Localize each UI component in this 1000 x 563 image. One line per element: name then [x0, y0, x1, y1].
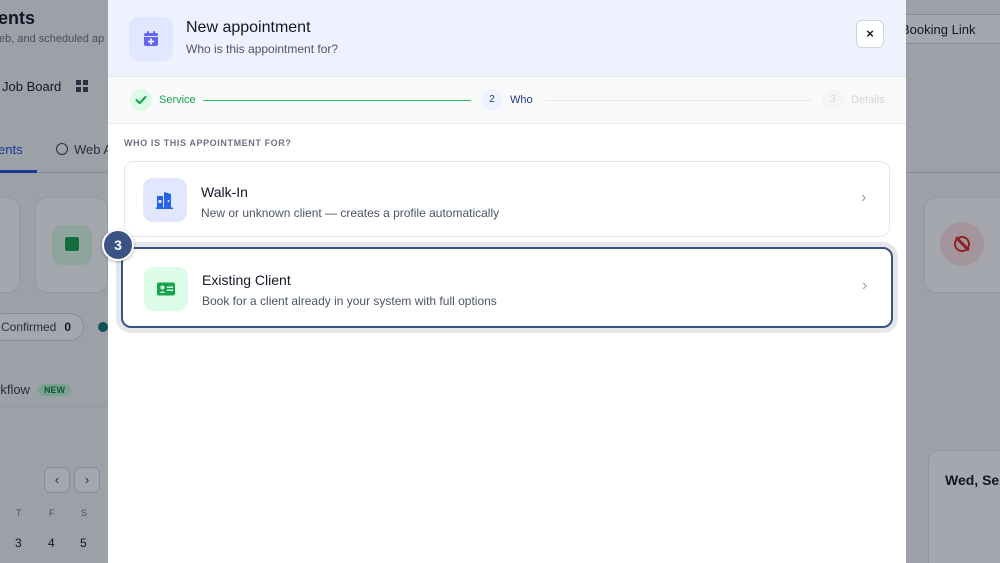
- modal-header: New appointment Who is this appointment …: [108, 0, 906, 77]
- section-label: WHO IS THIS APPOINTMENT FOR?: [124, 138, 292, 148]
- step-details-number: 3: [822, 89, 844, 111]
- highlight-step-badge: 3: [102, 229, 134, 261]
- walk-in-title: Walk-In: [201, 184, 248, 200]
- step-connector-todo: [545, 100, 812, 101]
- id-card-icon: [144, 267, 188, 311]
- step-details-label: Details: [851, 94, 885, 106]
- existing-client-option[interactable]: Existing Client Book for a client alread…: [121, 247, 893, 328]
- walk-in-description: New or unknown client — creates a profil…: [201, 206, 500, 220]
- step-who-number: 2: [481, 89, 503, 111]
- walk-in-option[interactable]: Walk-In New or unknown client — creates …: [124, 161, 890, 237]
- existing-client-description: Book for a client already in your system…: [202, 294, 497, 308]
- step-connector-done: [203, 100, 471, 101]
- existing-client-title: Existing Client: [202, 272, 291, 288]
- modal-title: New appointment: [186, 19, 311, 36]
- chevron-right-icon: ›: [861, 189, 867, 206]
- close-button[interactable]: ×: [856, 20, 884, 48]
- step-service-check-icon: [130, 89, 152, 111]
- step-who-label: Who: [510, 94, 533, 106]
- chevron-right-icon: ›: [862, 277, 868, 294]
- step-service-label: Service: [159, 94, 196, 106]
- close-icon: ×: [866, 26, 874, 41]
- step-progress: Service 2 Who 3 Details: [108, 77, 906, 124]
- door-icon: [143, 178, 187, 222]
- modal-subtitle: Who is this appointment for?: [186, 42, 339, 56]
- new-appointment-modal: New appointment Who is this appointment …: [102, 0, 906, 563]
- calendar-plus-icon: [129, 17, 173, 61]
